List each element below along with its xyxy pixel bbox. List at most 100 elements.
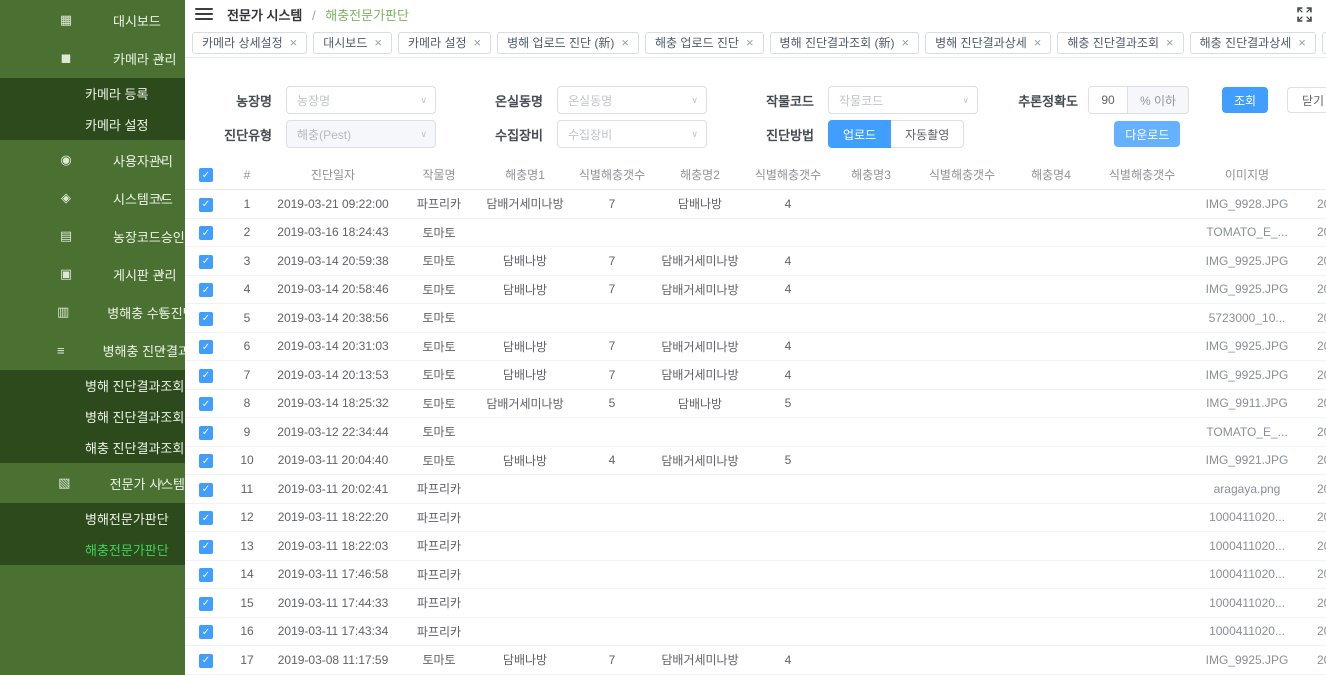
auto-capture-toggle-button[interactable]: 자동촬영 [891,120,964,148]
cell-crop-name: 파프리카 [401,537,477,554]
sidebar-item[interactable]: ▧ 전문가 시스템 ∧ [0,465,185,501]
sidebar-item[interactable]: 병해 진단결과조회 (新) [0,370,185,401]
cell-crop-name: 토마토 [401,309,477,326]
tab-label: 병해 진단결과조회 (新) [780,34,895,51]
tab[interactable]: 병해 진단결과상세 × [925,32,1051,54]
cell-diagnosis-date: 2019-03-14 18:25:32 [265,396,401,410]
sidebar-item[interactable]: 병해 진단결과조회 (舊) [0,401,185,432]
cell-row-number: 6 [229,339,265,353]
accuracy-input[interactable] [1088,86,1128,114]
sidebar-item[interactable]: ▣ 게시판 관리 ∨ [0,256,185,292]
sidebar-item-label: 병해충 진단결과 [103,341,185,360]
cell-diagnosis-date: 2019-03-11 18:22:03 [265,539,401,553]
tab-close-icon[interactable]: × [621,36,629,49]
greenhouse-select[interactable]: 온실동명 ∨ [557,86,707,114]
breadcrumb: 전문가 시스템 / 해충전문가판단 [227,5,409,24]
row-checkbox[interactable]: ✓ [199,597,213,611]
row-checkbox[interactable]: ✓ [199,255,213,269]
tab[interactable]: 대시보드 × [313,32,392,54]
cell-pest1-count: 7 [573,282,651,296]
main-panel: 전문가 시스템 / 해충전문가판단 카메라 상세설정 × [185,0,1326,675]
row-checkbox[interactable]: ✓ [199,226,213,240]
tab-close-icon[interactable]: × [1166,36,1174,49]
cell-reg-date: 2019 [1303,425,1326,439]
row-checkbox[interactable]: ✓ [199,568,213,582]
row-checkbox[interactable]: ✓ [199,340,213,354]
sidebar-item[interactable]: 해충 진단결과조회 [0,432,185,463]
row-checkbox[interactable]: ✓ [199,397,213,411]
device-select[interactable]: 수집장비 ∨ [557,120,707,148]
row-checkbox[interactable]: ✓ [199,283,213,297]
cell-pest2-count: 5 [749,396,827,410]
tab-close-icon[interactable]: × [902,36,910,49]
chevron-down-icon: ∨ [962,95,969,106]
select-all-checkbox[interactable]: ✓ [199,168,213,182]
column-header: 식별해충갯수 [915,166,1009,183]
sidebar-item[interactable]: ◉ 사용자관리 ∨ [0,142,185,178]
menu-icon[interactable] [195,8,213,20]
diagnosis-type-select[interactable]: 해충(Pest) ∨ [286,120,436,148]
tab[interactable]: 병해전문가판단 × [1322,32,1326,54]
download-button[interactable]: 다운로드 [1114,121,1180,147]
sidebar-item[interactable]: ◼ 카메라 관리 ∧ [0,40,185,76]
tab-label: 해충 업로드 진단 [655,34,739,51]
cell-pest2-count: 4 [749,254,827,268]
tab[interactable]: 해충 진단결과상세 × [1190,32,1316,54]
tab-close-icon[interactable]: × [746,36,754,49]
row-checkbox[interactable]: ✓ [199,454,213,468]
sidebar-item[interactable]: ▥ 병해충 수동진단 ∨ [0,294,185,330]
tab[interactable]: 병해 업로드 진단 (新) × [497,32,639,54]
cell-image-name: IMG_9925.JPG [1191,282,1303,296]
column-header: 식별해충갯수 [573,166,651,183]
table-header-row: ✓ # 진단일자 작물명 해충명1 식별해충갯수 해충명2 식별해충갯수 해충명… [185,160,1326,190]
tab-close-icon[interactable]: × [1298,36,1306,49]
tab-close-icon[interactable]: × [1034,36,1042,49]
sidebar-item-label: 해충 진단결과조회 [85,438,184,457]
cell-reg-date: 2019 [1303,539,1326,553]
row-checkbox[interactable]: ✓ [199,312,213,326]
cell-diagnosis-date: 2019-03-11 20:04:40 [265,453,401,467]
row-checkbox[interactable]: ✓ [199,625,213,639]
cell-reg-date: 2018 [1303,254,1326,268]
sidebar-item-label: 병해 진단결과조회 (新) [85,376,185,395]
table-row: ✓ 9 2019-03-12 22:34:44 토마토 TOMATO_E_...… [185,418,1326,447]
sidebar-item[interactable]: 병해전문가판단 [0,503,185,534]
tab[interactable]: 병해 진단결과조회 (新) × [770,32,920,54]
chevron-icon: ∧ [158,478,165,489]
sidebar-item[interactable]: ◈ 시스템코드 ∨ [0,180,185,216]
chevron-icon: ∨ [158,193,165,204]
search-button[interactable]: 조회 [1222,87,1268,113]
cell-pest1: 담배나방 [477,252,573,269]
row-checkbox[interactable]: ✓ [199,198,213,212]
sidebar-item[interactable]: 카메라 설정 [0,109,185,140]
row-checkbox[interactable]: ✓ [199,511,213,525]
sidebar-item[interactable]: ▤ 농장코드승인 [0,218,185,254]
tab[interactable]: 카메라 설정 × [398,32,491,54]
fullscreen-icon[interactable] [1297,7,1312,22]
row-checkbox[interactable]: ✓ [199,426,213,440]
sidebar-item[interactable]: ▦ 대시보드 [0,2,185,38]
farm-select[interactable]: 농장명 ∨ [286,86,436,114]
tab[interactable]: 카메라 상세설정 × [192,32,307,54]
cell-image-name: IMG_9921.JPG [1191,453,1303,467]
upload-toggle-button[interactable]: 업로드 [828,120,891,148]
tab[interactable]: 해충 업로드 진단 × [645,32,764,54]
row-checkbox[interactable]: ✓ [199,654,213,668]
sidebar-item[interactable]: ≡ 병해충 진단결과 ∧ [0,332,185,368]
crop-code-select[interactable]: 작물코드 ∨ [828,86,978,114]
tab[interactable]: 해충 진단결과조회 × [1057,32,1183,54]
sidebar-item[interactable]: 해충전문가판단 [0,534,185,565]
cell-row-number: 1 [229,197,265,211]
tab-label: 해충 진단결과상세 [1200,34,1292,51]
tab-close-icon[interactable]: × [374,36,382,49]
chevron-down-icon: ∨ [420,129,427,140]
tab-close-icon[interactable]: × [474,36,482,49]
sidebar-item[interactable]: 카메라 등록 [0,78,185,109]
cell-crop-name: 파프리카 [401,480,477,497]
cell-image-name: 1000411020... [1191,539,1303,553]
tab-close-icon[interactable]: × [290,36,298,49]
row-checkbox[interactable]: ✓ [199,369,213,383]
row-checkbox[interactable]: ✓ [199,540,213,554]
row-checkbox[interactable]: ✓ [199,483,213,497]
close-button[interactable]: 닫기 [1287,87,1326,113]
